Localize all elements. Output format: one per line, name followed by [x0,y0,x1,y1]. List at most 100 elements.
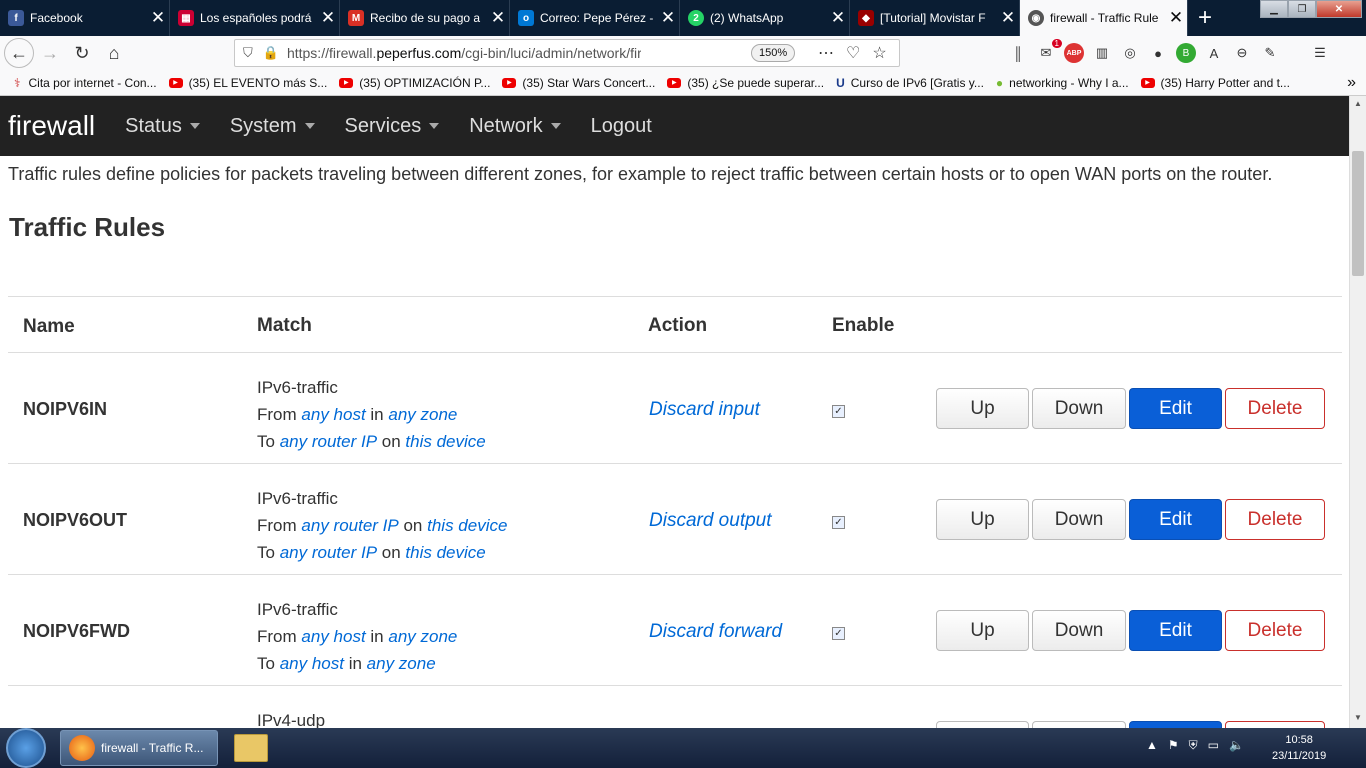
enable-checkbox[interactable]: ✓ [832,405,845,418]
adblock-icon[interactable]: ABP [1064,43,1084,63]
home-button[interactable]: ⌂ [98,39,130,67]
tab-facebook[interactable]: f Facebook ✕ [0,0,170,36]
bookmark-item[interactable]: ▶ (35) Star Wars Concert... [502,76,655,90]
menu-icon[interactable]: ☰ [1310,43,1330,63]
tab-label: (2) WhatsApp [710,11,784,25]
enable-checkbox[interactable]: ✓ [832,516,845,529]
minimize-button[interactable]: ▁ [1260,0,1288,18]
new-tab-button[interactable]: + [1188,0,1222,36]
extension-icon[interactable]: ● [1148,43,1168,63]
menu-services[interactable]: Services [345,115,440,138]
delete-button[interactable]: Delete [1225,388,1325,429]
bookmark-item[interactable]: ● networking - Why I a... [996,76,1129,90]
rule-to-host: any router IP [279,432,378,451]
bookmark-star-icon[interactable]: ☆ [872,45,898,62]
menu-label: System [229,114,297,137]
firefox-icon [69,735,95,761]
delete-button[interactable]: Delete [1225,499,1325,540]
down-button[interactable]: Down [1032,499,1126,540]
close-icon[interactable]: ✕ [147,8,169,28]
sidebar-icon[interactable]: ▥ [1092,43,1112,63]
delete-button[interactable]: Delete [1225,610,1325,651]
tab-gmail[interactable]: M Recibo de su pago a ✕ [340,0,510,36]
bookmark-item[interactable]: U Curso de IPv6 [Gratis y... [836,76,984,90]
close-icon[interactable]: ✕ [827,8,849,28]
shield-icon[interactable]: ⛨ [1189,738,1198,753]
down-button[interactable] [1032,721,1126,728]
url-path: /cgi-bin/luci/admin/network/firewall/rul… [461,45,642,61]
close-icon[interactable]: ✕ [997,8,1019,28]
down-button[interactable]: Down [1032,388,1126,429]
url-bar[interactable]: ⛉ 🔒 https://firewall. peperfus.com/cgi-bi… [234,39,900,67]
reload-button[interactable]: ↻ [66,39,98,67]
up-button[interactable]: Up [936,388,1029,429]
tab-tutorial[interactable]: ◆ [Tutorial] Movistar F ✕ [850,0,1020,36]
forward-button[interactable]: → [34,39,66,67]
more-bookmarks-icon[interactable]: » [1347,74,1356,92]
menu-network[interactable]: Network [469,115,561,138]
system-tray: ▲ ⚑ ⛨ ▭ 🔈 [1146,738,1244,753]
up-button[interactable] [936,721,1029,728]
up-button[interactable]: Up [936,610,1029,651]
edit-button[interactable]: Edit [1129,388,1222,429]
pocket-icon[interactable]: ♡ [846,45,872,62]
maximize-button[interactable]: ❐ [1288,0,1316,18]
close-icon[interactable]: ✕ [1165,8,1187,28]
tab-firewall[interactable]: ◉ firewall - Traffic Rule ✕ [1020,0,1188,36]
bookmark-item[interactable]: ▶ (35) EL EVENTO más S... [168,76,327,90]
menu-status[interactable]: Status [125,115,200,138]
edit-button[interactable] [1129,721,1222,728]
tab-whatsapp[interactable]: 2 (2) WhatsApp ✕ [680,0,850,36]
traffic-rules-table: Name Match Action Enable NOIPV6IN IPv6-t… [8,296,1342,728]
brand-logo[interactable]: firewall [8,110,95,142]
up-button[interactable]: Up [936,499,1029,540]
rule-name: NOIPV6FWD [23,621,131,641]
eraser-icon[interactable]: ✎ [1260,43,1280,63]
flag-icon[interactable]: ⚑ [1168,738,1179,753]
scroll-thumb[interactable] [1352,151,1364,276]
zoom-indicator[interactable]: 150% [751,44,796,62]
edit-button[interactable]: Edit [1129,499,1222,540]
library-icon[interactable]: ║ [1008,43,1028,63]
browser-tab-strip: f Facebook ✕ ▦ Los españoles podrá ✕ M R… [0,0,1366,36]
window-close-button[interactable]: ✕ [1316,0,1362,18]
caret-down-icon [429,123,440,129]
tray-expand-icon[interactable]: ▲ [1146,738,1158,753]
close-icon[interactable]: ✕ [317,8,339,28]
tab-outlook[interactable]: o Correo: Pepe Pérez - ✕ [510,0,680,36]
edit-button[interactable]: Edit [1129,610,1222,651]
close-icon[interactable]: ✕ [487,8,509,28]
tab-label: firewall - Traffic Rule [1050,11,1159,25]
from-label: From [257,627,297,646]
from-label: From [257,405,297,424]
system-clock[interactable]: 10:58 23/11/2019 [1272,732,1326,764]
close-icon[interactable]: ✕ [657,8,679,28]
menu-system[interactable]: System [230,115,315,138]
translate-icon[interactable]: A [1204,43,1224,63]
scroll-down-icon[interactable]: ▼ [1352,713,1364,725]
tab-news[interactable]: ▦ Los españoles podrá ✕ [170,0,340,36]
start-button[interactable] [6,728,46,768]
down-button[interactable]: Down [1032,610,1126,651]
youtube-icon: ▶ [168,77,183,88]
bookmark-item[interactable]: ▶ (35) Harry Potter and t... [1140,76,1290,90]
grammar-icon[interactable]: B [1176,43,1196,63]
mail-icon[interactable]: ✉ 1 [1036,39,1062,63]
menu-logout[interactable]: Logout [591,115,652,138]
enable-checkbox[interactable]: ✓ [832,627,845,640]
volume-icon[interactable]: 🔈 [1229,738,1244,753]
chrome-icon[interactable]: ◎ [1120,43,1140,63]
network-icon[interactable]: ▭ [1208,738,1219,753]
explorer-folder-icon[interactable] [234,734,268,762]
taskbar-firefox-window[interactable]: firewall - Traffic R... [60,730,218,766]
scroll-up-icon[interactable]: ▲ [1352,99,1364,111]
account-icon[interactable]: ⊖ [1232,43,1252,63]
page-scrollbar[interactable]: ▲ ▼ [1349,96,1366,728]
bookmark-item[interactable]: ▶ (35) ¿Se puede superar... [667,76,824,90]
bookmark-item[interactable]: ▶ (35) OPTIMIZACIÓN P... [339,76,490,90]
rule-match: IPv6-traffic From any host in any zone T… [257,596,457,677]
bookmark-item[interactable]: ⚕ Cita por internet - Con... [14,76,157,90]
more-icon[interactable]: ⋯ [818,45,846,62]
delete-button[interactable] [1225,721,1325,728]
back-button[interactable]: ← [4,38,34,68]
